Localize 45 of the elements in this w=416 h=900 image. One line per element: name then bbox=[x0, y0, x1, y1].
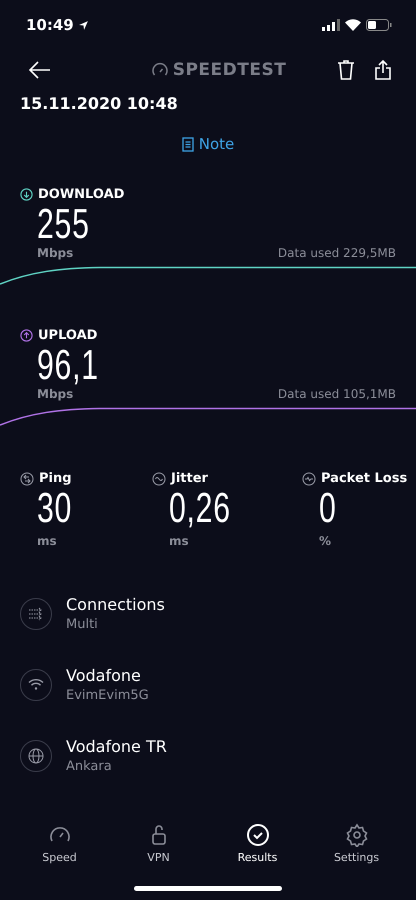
detail-subtitle: EvimEvim5G bbox=[66, 688, 149, 703]
detail-title: Vodafone TR bbox=[66, 737, 167, 756]
speed-unit: Mbps bbox=[37, 387, 74, 401]
gauge-icon bbox=[152, 62, 168, 78]
globe-icon bbox=[28, 748, 44, 764]
note-button[interactable]: Note bbox=[182, 135, 234, 153]
jitter-icon bbox=[152, 472, 166, 486]
test-date: 15.11.2020 10:48 bbox=[19, 93, 179, 113]
data-used: Data used 229,5MB bbox=[278, 246, 396, 260]
data-used: Data used 105,1MB bbox=[278, 387, 396, 401]
stat-label: Packet Loss bbox=[321, 471, 408, 486]
check-circle-icon bbox=[246, 823, 270, 847]
tab[interactable]: Speed bbox=[20, 823, 100, 864]
stat-unit: ms bbox=[169, 534, 189, 548]
detail-subtitle: Ankara bbox=[66, 759, 113, 774]
signal-icon bbox=[322, 19, 340, 31]
wifi-icon bbox=[345, 19, 361, 31]
location-arrow-icon bbox=[78, 20, 89, 30]
stat-value: 0,26 bbox=[169, 486, 231, 530]
metric-label: DOWNLOAD bbox=[38, 187, 124, 202]
stat-value: 30 bbox=[37, 486, 72, 530]
battery-icon bbox=[366, 19, 392, 31]
stat-value: 0 bbox=[319, 486, 337, 530]
speed-unit: Mbps bbox=[37, 246, 74, 260]
tab[interactable]: Settings bbox=[316, 823, 396, 864]
loss-icon bbox=[302, 472, 316, 486]
settings-icon bbox=[344, 823, 368, 847]
detail-title: Vodafone bbox=[66, 666, 142, 685]
tab[interactable]: VPN bbox=[118, 823, 198, 864]
note-icon bbox=[182, 136, 194, 152]
stat-label: Ping bbox=[39, 471, 72, 486]
wifi-icon bbox=[28, 678, 44, 691]
status-time: 10:49 bbox=[26, 16, 74, 34]
tab[interactable]: Results bbox=[218, 823, 298, 864]
arrows-icon bbox=[28, 606, 44, 620]
stat-unit: % bbox=[319, 534, 332, 548]
app-logo: SPEEDTEST bbox=[172, 60, 286, 80]
detail-title: Connections bbox=[66, 595, 165, 614]
detail-subtitle: Multi bbox=[66, 617, 99, 632]
speed-value: 96,1 bbox=[37, 343, 99, 387]
speed-value: 255 bbox=[37, 202, 90, 246]
ping-icon bbox=[20, 472, 34, 486]
metric-label: UPLOAD bbox=[38, 328, 98, 343]
stat-unit: ms bbox=[37, 534, 57, 548]
stat-label: Jitter bbox=[171, 471, 208, 486]
